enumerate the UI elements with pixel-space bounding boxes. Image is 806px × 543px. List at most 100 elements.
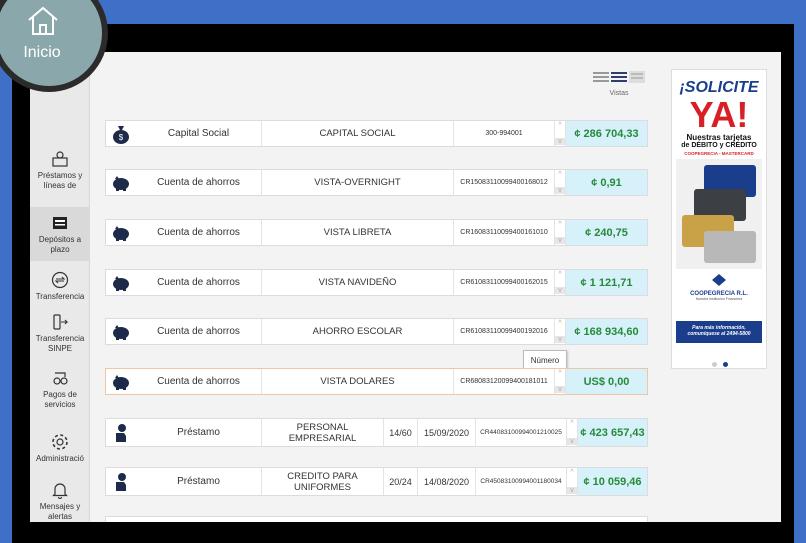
- loan-amount: ¢ 10 059,46: [578, 468, 647, 495]
- row-stepper[interactable]: ^ v: [566, 468, 578, 495]
- sidebar-item-label: Préstamos y líneas de: [37, 171, 83, 190]
- row-stepper[interactable]: ^ v: [554, 170, 566, 195]
- hand-money-icon: [116, 472, 126, 491]
- account-name: CAPITAL SOCIAL: [262, 121, 454, 146]
- carousel-dot[interactable]: [712, 362, 717, 367]
- account-row[interactable]: Cuenta de ahorros VISTA NAVIDEÑO CR61083…: [105, 269, 648, 296]
- table-row: [105, 516, 648, 522]
- account-name: VISTA DOLARES: [262, 369, 454, 394]
- services-icon: [53, 372, 68, 385]
- list-view-icon[interactable]: [593, 71, 645, 83]
- loan-date: 14/08/2020: [418, 468, 476, 495]
- account-amount: ¢ 286 704,33: [566, 121, 647, 146]
- hand-money-icon: [116, 423, 126, 442]
- carousel-dot-active[interactable]: [723, 362, 728, 367]
- home-label: Inicio: [23, 44, 61, 61]
- promo-banner[interactable]: ¡SOLICITE YA! Nuestras tarjetas de DÉBIT…: [671, 69, 767, 369]
- account-name: VISTA-OVERNIGHT: [262, 170, 454, 195]
- home-icon: [28, 6, 58, 35]
- view-toggle[interactable]: Vistas: [593, 70, 645, 97]
- account-name: VISTA LIBRETA: [262, 220, 454, 245]
- loan-row[interactable]: Préstamo CREDITO PARA UNIFORMES 20/24 14…: [105, 467, 648, 496]
- row-stepper[interactable]: ^ v: [554, 270, 566, 295]
- outer-frame-top: [0, 0, 806, 24]
- account-amount: ¢ 0,91: [566, 170, 647, 195]
- row-stepper[interactable]: ^ v: [566, 419, 578, 446]
- sidebar-item-deposits[interactable]: Depósitos a plazo: [30, 207, 90, 261]
- account-row[interactable]: Cuenta de ahorros VISTA DOLARES CR680831…: [105, 368, 648, 395]
- loan-icon: [52, 151, 68, 167]
- account-row[interactable]: Cuenta de ahorros VISTA LIBRETA CR160831…: [105, 219, 648, 246]
- carousel-dots[interactable]: [672, 354, 768, 372]
- sidebar-item-label: Mensajes y alertas: [39, 502, 81, 521]
- piggy-bank-icon: [113, 324, 129, 340]
- loan-type: Préstamo: [136, 468, 262, 495]
- row-stepper[interactable]: ^ v: [554, 220, 566, 245]
- outer-frame-right: [794, 0, 806, 543]
- promo-logo: COOPEGRECIA R.L. Nuestra Institución Fina…: [676, 291, 762, 301]
- loan-amount: ¢ 423 657,43: [578, 419, 647, 446]
- transfer-icon: [51, 271, 69, 289]
- promo-cards-image: [676, 159, 762, 269]
- coopegrecia-logo-icon: [712, 274, 726, 286]
- account-type: Capital Social: [136, 121, 262, 146]
- deposit-icon: [53, 217, 67, 229]
- sidebar-item-label: Depósitos a plazo: [38, 235, 82, 254]
- sidebar-item-admin[interactable]: Administració: [30, 432, 90, 464]
- account-number: CR68083120099400181011: [460, 378, 548, 385]
- loan-number: CR45083100994001180034: [480, 478, 562, 485]
- account-number: CR15083110099400168012: [460, 179, 548, 186]
- app-window: Préstamos y líneas de Depósitos a plazo …: [30, 52, 781, 522]
- account-name: AHORRO ESCOLAR: [262, 319, 454, 344]
- outer-frame-left: [0, 0, 12, 543]
- row-stepper[interactable]: ^ v: [554, 319, 566, 344]
- promo-logo-sub: Nuestra Institución Financiera: [695, 297, 743, 301]
- sinpe-icon: [53, 314, 69, 330]
- loan-name: CREDITO PARA UNIFORMES: [262, 468, 384, 495]
- account-amount: US$ 0,00: [566, 369, 647, 394]
- loan-type: Préstamo: [136, 419, 262, 446]
- sidebar-item-services[interactable]: Pagos de servicios: [30, 368, 90, 410]
- loan-name: PERSONAL EMPRESARIAL: [262, 419, 384, 446]
- account-type: Cuenta de ahorros: [136, 319, 262, 344]
- account-amount: ¢ 240,75: [566, 220, 647, 245]
- account-type: Cuenta de ahorros: [136, 170, 262, 195]
- sidebar-item-transfer[interactable]: Transferencia: [30, 270, 90, 302]
- account-row[interactable]: Cuenta de ahorros AHORRO ESCOLAR CR61083…: [105, 318, 648, 345]
- loan-row[interactable]: Préstamo PERSONAL EMPRESARIAL 14/60 15/0…: [105, 418, 648, 447]
- account-type: Cuenta de ahorros: [136, 220, 262, 245]
- loan-installments: 14/60: [384, 419, 418, 446]
- sidebar-item-sinpe[interactable]: Transferencia SINPE: [30, 312, 90, 354]
- promo-line-1: Nuestras tarjetas: [686, 133, 752, 142]
- sidebar-item-label: Administració: [35, 454, 84, 463]
- loan-date: 15/09/2020: [418, 419, 476, 446]
- piggy-bank-icon: [113, 175, 129, 191]
- account-type: Cuenta de ahorros: [136, 369, 262, 394]
- bell-icon: [52, 483, 68, 499]
- views-label: Vistas: [609, 90, 629, 97]
- account-row[interactable]: $ Capital Social CAPITAL SOCIAL 300-9940…: [105, 120, 648, 147]
- svg-text:$: $: [119, 133, 124, 142]
- loan-number: CR44083100994001210025: [480, 429, 562, 436]
- promo-footer-2: comuníquese al 2494-5800: [687, 331, 751, 337]
- account-number: CR61083110099400162015: [460, 279, 548, 286]
- piggy-bank-icon: [113, 225, 129, 241]
- money-bag-icon: $: [113, 125, 129, 144]
- sidebar-item-label: Transferencia SINPE: [35, 334, 85, 353]
- account-amount: ¢ 168 934,60: [566, 319, 647, 344]
- account-name: VISTA NAVIDEÑO: [262, 270, 454, 295]
- sidebar-item-messages[interactable]: Mensajes y alertas: [30, 480, 90, 522]
- sidebar-item-loans[interactable]: Préstamos y líneas de: [30, 149, 90, 191]
- account-type: Cuenta de ahorros: [136, 270, 262, 295]
- account-amount: ¢ 1 121,71: [566, 270, 647, 295]
- account-number: CR61083110099400192016: [460, 328, 548, 335]
- card-image: [704, 231, 756, 263]
- account-row[interactable]: Cuenta de ahorros VISTA-OVERNIGHT CR1508…: [105, 169, 648, 196]
- row-stepper[interactable]: ^ v: [554, 121, 566, 146]
- promo-line-2: de DÉBITO y CRÉDITO: [681, 142, 757, 149]
- promo-line-3: COOPEGRECIA - MASTERCARD: [684, 151, 754, 156]
- piggy-bank-icon: [113, 275, 129, 291]
- promo-big-text: YA!: [689, 94, 749, 135]
- sidebar-item-label: Transferencia: [35, 292, 85, 301]
- row-stepper[interactable]: ^ v: [554, 369, 566, 394]
